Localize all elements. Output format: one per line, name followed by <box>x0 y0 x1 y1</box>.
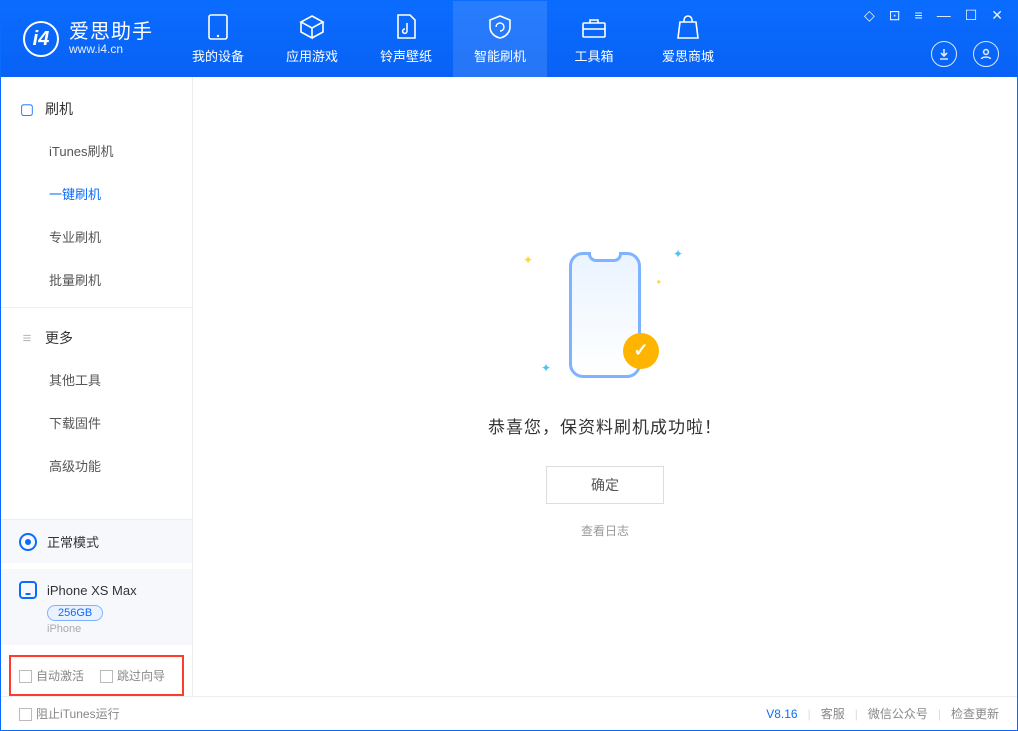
footer-link-support[interactable]: 客服 <box>821 705 845 722</box>
group-title: 刷机 <box>45 99 73 119</box>
device-icon <box>205 14 231 40</box>
mode-label: 正常模式 <box>47 532 99 551</box>
device-card[interactable]: iPhone XS Max 256GB iPhone <box>1 569 192 645</box>
shield-refresh-icon <box>487 14 513 40</box>
checkbox-skip-guide[interactable]: 跳过向导 <box>100 667 165 684</box>
nav-label: 应用游戏 <box>286 46 338 65</box>
footer: 阻止iTunes运行 V8.16 | 客服 | 微信公众号 | 检查更新 <box>1 696 1017 730</box>
nav-apps-games[interactable]: 应用游戏 <box>265 1 359 77</box>
cube-icon <box>299 14 325 40</box>
checkbox-auto-activate[interactable]: 自动激活 <box>19 667 84 684</box>
footer-link-update[interactable]: 检查更新 <box>951 705 999 722</box>
status-dot-icon <box>19 533 37 551</box>
view-log-link[interactable]: 查看日志 <box>581 522 629 539</box>
nav-my-device[interactable]: 我的设备 <box>171 1 265 77</box>
nav-label: 铃声壁纸 <box>380 46 432 65</box>
user-icon[interactable] <box>973 41 999 67</box>
sidebar-item-advanced[interactable]: 高级功能 <box>1 444 192 487</box>
download-icon[interactable] <box>931 41 957 67</box>
sidebar-item-other-tools[interactable]: 其他工具 <box>1 358 192 401</box>
group-title: 更多 <box>45 328 73 348</box>
sparkle-icon: • <box>657 275 661 289</box>
nav: 我的设备 应用游戏 铃声壁纸 智能刷机 工具箱 爱思商城 <box>171 1 735 77</box>
phone-outline-icon: ▢ <box>19 100 35 118</box>
list-icon: ≡ <box>19 330 35 347</box>
device-type: iPhone <box>47 623 174 635</box>
app-window: i4 爱思助手 www.i4.cn 我的设备 应用游戏 铃声壁纸 智能刷机 <box>0 0 1018 731</box>
sparkle-icon: ✦ <box>523 253 533 267</box>
nav-label: 爱思商城 <box>662 46 714 65</box>
sidebar-group-flash: ▢ 刷机 <box>1 85 192 129</box>
sparkle-icon: ✦ <box>541 361 551 375</box>
sparkle-icon: ✦ <box>673 247 683 261</box>
storage-pill: 256GB <box>47 605 103 621</box>
sidebar-group-more: ≡ 更多 <box>1 314 192 358</box>
mode-status[interactable]: 正常模式 <box>1 520 192 563</box>
toolbox-icon <box>581 14 607 40</box>
logo[interactable]: i4 爱思助手 www.i4.cn <box>1 21 171 57</box>
sidebar-item-oneclick-flash[interactable]: 一键刷机 <box>1 172 192 215</box>
nav-toolbox[interactable]: 工具箱 <box>547 1 641 77</box>
checkbox-icon <box>100 670 113 683</box>
nav-label: 智能刷机 <box>474 46 526 65</box>
nav-store[interactable]: 爱思商城 <box>641 1 735 77</box>
version-label: V8.16 <box>766 707 797 721</box>
success-message: 恭喜您，保资料刷机成功啦！ <box>488 413 722 438</box>
sidebar-item-itunes-flash[interactable]: iTunes刷机 <box>1 129 192 172</box>
header: i4 爱思助手 www.i4.cn 我的设备 应用游戏 铃声壁纸 智能刷机 <box>1 1 1017 77</box>
sidebar-item-pro-flash[interactable]: 专业刷机 <box>1 215 192 258</box>
maximize-button[interactable]: ☐ <box>965 7 978 24</box>
app-name-cn: 爱思助手 <box>69 21 153 43</box>
music-file-icon <box>393 14 419 40</box>
sidebar-item-download-firmware[interactable]: 下载固件 <box>1 401 192 444</box>
success-illustration: ✦ ✦ ✦ • ✓ <box>505 235 705 395</box>
main-content: ✦ ✦ ✦ • ✓ 恭喜您，保资料刷机成功啦！ 确定 查看日志 <box>193 77 1017 696</box>
app-name-en: www.i4.cn <box>69 43 153 56</box>
close-button[interactable]: ✕ <box>991 7 1003 24</box>
window-controls: ◇ ⊡ ≡ — ☐ ✕ <box>864 7 1003 24</box>
ok-button[interactable]: 确定 <box>546 466 664 504</box>
nav-label: 我的设备 <box>192 46 244 65</box>
device-name: iPhone XS Max <box>47 583 137 598</box>
menu-icon[interactable]: ≡ <box>915 7 923 24</box>
checkbox-icon <box>19 708 32 721</box>
checkbox-block-itunes[interactable]: 阻止iTunes运行 <box>19 705 120 722</box>
skin-icon[interactable]: ◇ <box>864 7 875 24</box>
feedback-icon[interactable]: ⊡ <box>889 7 901 24</box>
nav-smart-flash[interactable]: 智能刷机 <box>453 1 547 77</box>
checkbox-icon <box>19 670 32 683</box>
nav-label: 工具箱 <box>574 46 613 65</box>
minimize-button[interactable]: — <box>937 7 951 24</box>
sidebar-item-batch-flash[interactable]: 批量刷机 <box>1 258 192 301</box>
device-outline-icon <box>19 581 37 599</box>
footer-link-wechat[interactable]: 微信公众号 <box>868 705 928 722</box>
bag-icon <box>675 14 701 40</box>
body: ▢ 刷机 iTunes刷机 一键刷机 专业刷机 批量刷机 ≡ 更多 其他工具 下… <box>1 77 1017 696</box>
check-badge-icon: ✓ <box>623 333 659 369</box>
nav-ringtone-wallpaper[interactable]: 铃声壁纸 <box>359 1 453 77</box>
highlighted-options: 自动激活 跳过向导 <box>9 655 184 696</box>
sidebar: ▢ 刷机 iTunes刷机 一键刷机 专业刷机 批量刷机 ≡ 更多 其他工具 下… <box>1 77 193 696</box>
logo-icon: i4 <box>23 21 59 57</box>
